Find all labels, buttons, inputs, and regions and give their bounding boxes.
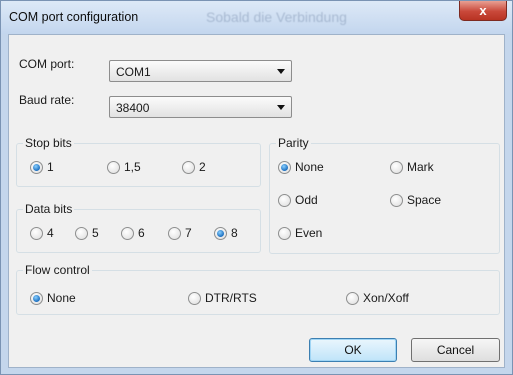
radio-label: 7 [185, 226, 192, 240]
stop-bits-radio-1[interactable]: 1 [30, 160, 54, 174]
radio-label: Space [407, 193, 442, 207]
com-port-select[interactable]: COM1 [109, 60, 292, 82]
radio-unselected-icon [30, 226, 43, 240]
data-bits-group: Data bits 4 5 6 7 8 [16, 202, 261, 253]
parity-title: Parity [276, 136, 311, 150]
parity-radio-space[interactable]: Space [390, 193, 441, 207]
parity-radio-mark[interactable]: Mark [390, 160, 434, 174]
chevron-down-icon [277, 105, 285, 110]
radio-unselected-icon [107, 160, 120, 174]
cancel-button[interactable]: Cancel [411, 338, 500, 362]
stop-bits-group: Stop bits 1 1,5 2 [16, 136, 261, 187]
title-bar[interactable]: COM port configuration Sobald die Verbin… [1, 1, 512, 34]
baud-rate-value: 38400 [116, 101, 150, 115]
flow-control-radio-xon-xoff[interactable]: Xon/Xoff [346, 291, 409, 305]
data-bits-radio-8[interactable]: 8 [214, 226, 238, 240]
radio-selected-icon [278, 160, 291, 174]
data-bits-radio-5[interactable]: 5 [75, 226, 99, 240]
radio-unselected-icon [75, 226, 88, 240]
radio-selected-icon [30, 160, 43, 174]
parity-radio-even[interactable]: Even [278, 226, 322, 240]
ok-button[interactable]: OK [309, 338, 397, 362]
data-bits-radio-4[interactable]: 4 [30, 226, 54, 240]
data-bits-radio-6[interactable]: 6 [121, 226, 145, 240]
flow-control-group: Flow control None DTR/RTS Xon/Xoff [16, 263, 500, 315]
radio-label: 2 [199, 160, 206, 174]
data-bits-radio-7[interactable]: 7 [168, 226, 192, 240]
radio-label: Even [295, 226, 323, 240]
radio-label: 8 [231, 226, 238, 240]
radio-label: Mark [407, 160, 434, 174]
background-window-title: Sobald die Verbindung [206, 9, 347, 25]
close-icon: x [479, 3, 487, 18]
radio-label: 1 [47, 160, 54, 174]
baud-rate-select[interactable]: 38400 [109, 96, 292, 118]
radio-label: Xon/Xoff [363, 291, 409, 305]
window-title: COM port configuration [9, 10, 139, 24]
radio-label: None [47, 291, 76, 305]
radio-unselected-icon [182, 160, 195, 174]
data-bits-title: Data bits [23, 202, 75, 216]
parity-radio-odd[interactable]: Odd [278, 193, 318, 207]
radio-label: 5 [92, 226, 99, 240]
parity-radio-none[interactable]: None [278, 160, 324, 174]
dialog-client-area: COM port: COM1 Baud rate: 38400 Stop bit… [8, 34, 505, 368]
flow-control-radio-dtr-rts[interactable]: DTR/RTS [188, 291, 257, 305]
baud-rate-label: Baud rate: [19, 93, 75, 107]
radio-unselected-icon [278, 226, 291, 240]
radio-label: 4 [47, 226, 54, 240]
radio-unselected-icon [390, 160, 403, 174]
radio-unselected-icon [346, 291, 359, 305]
radio-unselected-icon [390, 193, 403, 207]
radio-selected-icon [214, 226, 227, 240]
stop-bits-radio-2[interactable]: 2 [182, 160, 206, 174]
radio-unselected-icon [278, 193, 291, 207]
radio-label: None [295, 160, 324, 174]
stop-bits-radio-1-5[interactable]: 1,5 [107, 160, 141, 174]
close-button[interactable]: x [459, 1, 507, 21]
radio-selected-icon [30, 291, 43, 305]
flow-control-radio-none[interactable]: None [30, 291, 76, 305]
radio-unselected-icon [121, 226, 134, 240]
dialog-window: COM port configuration Sobald die Verbin… [0, 0, 513, 375]
chevron-down-icon [277, 69, 285, 74]
stop-bits-title: Stop bits [23, 136, 74, 150]
radio-label: 6 [138, 226, 145, 240]
radio-label: 1,5 [124, 160, 141, 174]
radio-unselected-icon [188, 291, 201, 305]
com-port-label: COM port: [19, 57, 75, 71]
flow-control-title: Flow control [23, 263, 92, 277]
radio-label: DTR/RTS [205, 291, 257, 305]
com-port-value: COM1 [116, 65, 151, 79]
radio-label: Odd [295, 193, 318, 207]
radio-unselected-icon [168, 226, 181, 240]
parity-group: Parity None Mark Odd Space Even [269, 136, 500, 254]
